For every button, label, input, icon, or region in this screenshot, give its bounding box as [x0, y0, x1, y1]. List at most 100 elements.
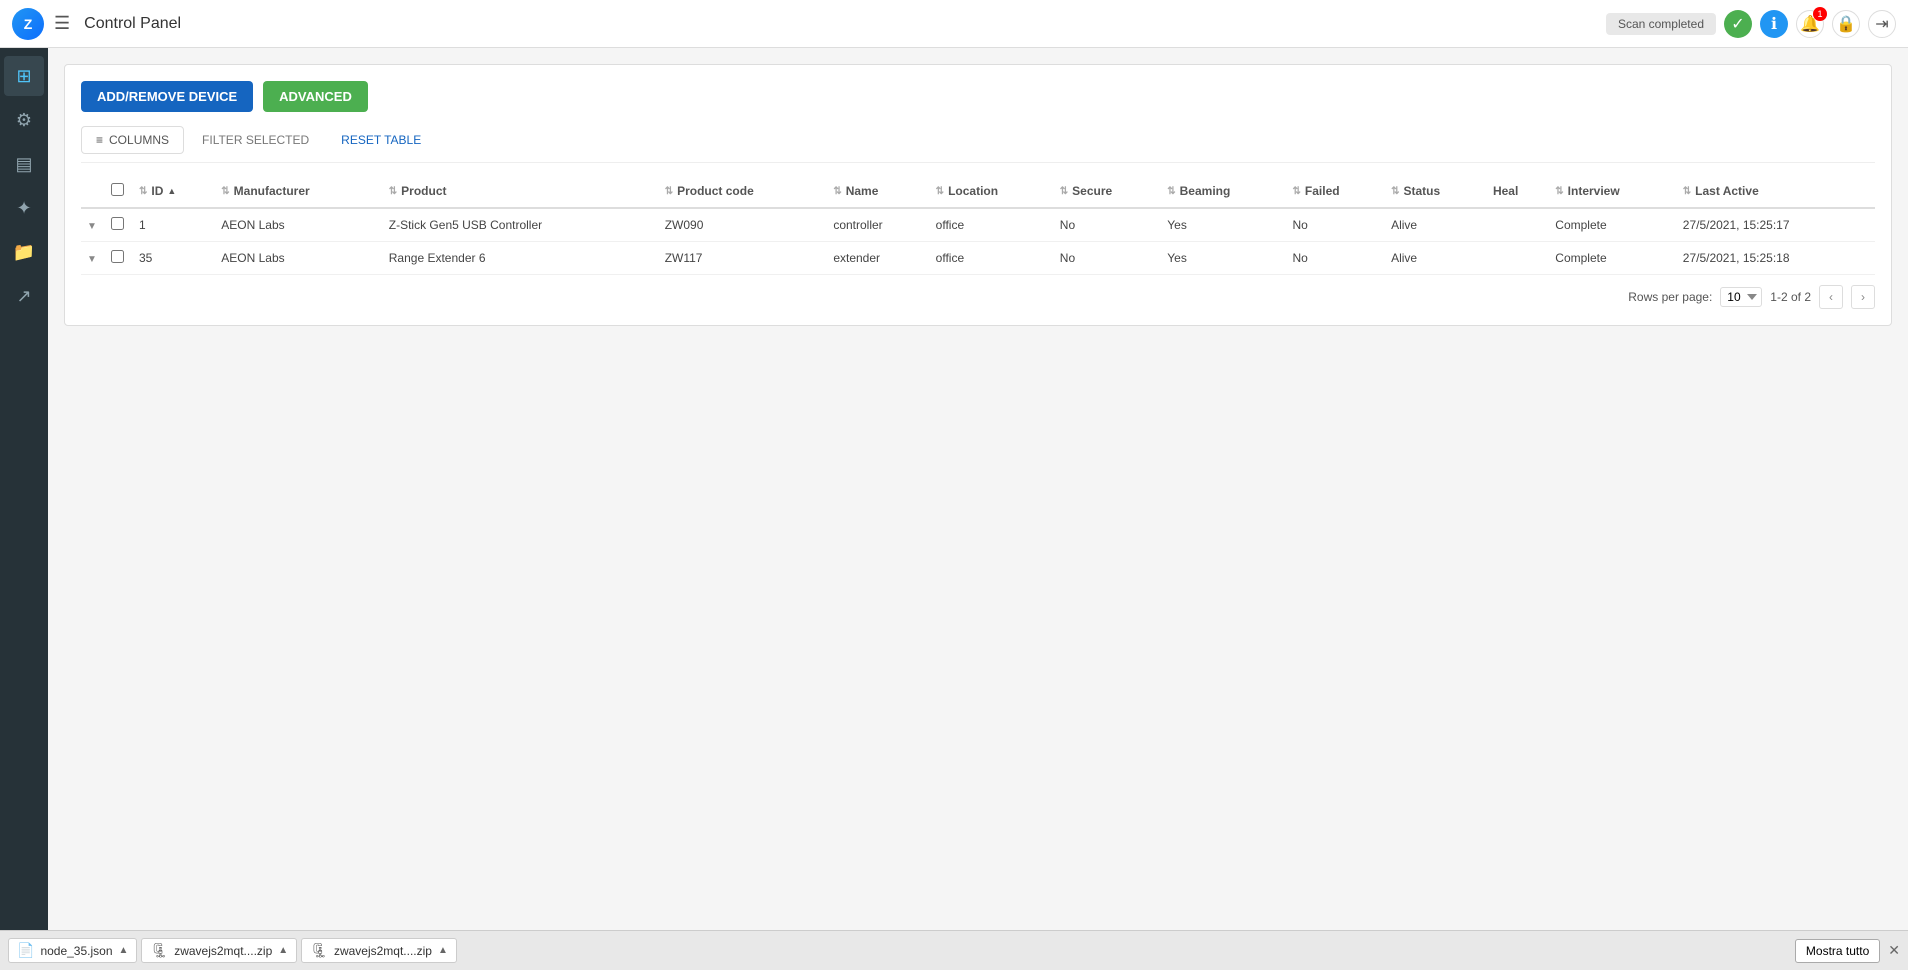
hamburger-menu[interactable]: ☰ — [54, 13, 70, 34]
action-buttons: ADD/REMOVE DEVICE ADVANCED — [81, 81, 1875, 112]
reset-table-button[interactable]: RESET TABLE — [327, 127, 435, 153]
file-icon-2: 🗜 — [150, 942, 168, 959]
table-row: ▼ 35 AEON Labs Range Extender 6 ZW117 ex… — [81, 242, 1875, 275]
notification-icon[interactable]: 🔔 1 — [1796, 10, 1824, 38]
col-interview: ⇅ Interview — [1549, 175, 1676, 208]
table-body: ▼ 1 AEON Labs Z-Stick Gen5 USB Controlle… — [81, 208, 1875, 275]
row-expand-1[interactable]: ▼ — [81, 242, 105, 275]
close-bottombar-button[interactable]: ✕ — [1888, 942, 1900, 959]
col-secure: ⇅ Secure — [1054, 175, 1161, 208]
row-location-0: office — [930, 208, 1054, 242]
col-heal: Heal — [1487, 175, 1549, 208]
advanced-button[interactable]: ADVANCED — [263, 81, 368, 112]
row-beaming-1: Yes — [1161, 242, 1286, 275]
download-chevron-1[interactable]: ▲ — [119, 945, 129, 956]
col-status: ⇅ Status — [1385, 175, 1487, 208]
last-active-filter-icon[interactable]: ⇅ — [1683, 186, 1691, 197]
status-filter-icon[interactable]: ⇅ — [1391, 186, 1399, 197]
notification-badge: 1 — [1813, 7, 1827, 21]
main-layout: ⊞ ⚙ ▤ ✦ 📁 ↗ ADD/REMOVE DEVICE ADVANCED ≡… — [0, 48, 1908, 930]
manufacturer-filter-icon[interactable]: ⇅ — [221, 186, 229, 197]
row-failed-0: No — [1287, 208, 1386, 242]
devices-table: ⇅ ID ▲ ⇅ Manufacturer — [81, 175, 1875, 275]
row-manufacturer-1: AEON Labs — [215, 242, 383, 275]
failed-filter-icon[interactable]: ⇅ — [1293, 186, 1301, 197]
product-code-filter-icon[interactable]: ⇅ — [665, 186, 673, 197]
row-check-1[interactable] — [105, 242, 133, 275]
name-filter-icon[interactable]: ⇅ — [833, 186, 841, 197]
row-failed-1: No — [1287, 242, 1386, 275]
row-id-1: 35 — [133, 242, 215, 275]
row-check-0[interactable] — [105, 208, 133, 242]
id-filter-icon[interactable]: ⇅ — [139, 186, 147, 197]
sidebar-item-settings[interactable]: ⚙ — [4, 100, 44, 140]
page-title: Control Panel — [84, 15, 1596, 33]
secure-filter-icon[interactable]: ⇅ — [1060, 186, 1068, 197]
rows-per-page-select[interactable]: 10 25 50 — [1720, 287, 1762, 307]
col-id: ⇅ ID ▲ — [133, 175, 215, 208]
row-manufacturer-0: AEON Labs — [215, 208, 383, 242]
select-all-checkbox[interactable] — [111, 183, 124, 196]
row-heal-1 — [1487, 242, 1549, 275]
download-item-3[interactable]: 🗜 zwavejs2mqt....zip ▲ — [301, 938, 457, 963]
download-chevron-2[interactable]: ▲ — [278, 945, 288, 956]
topbar-right: Scan completed ✓ ℹ 🔔 1 🔒 ⇥ — [1606, 10, 1896, 38]
download-item-2[interactable]: 🗜 zwavejs2mqt....zip ▲ — [141, 938, 297, 963]
topbar: Z ☰ Control Panel Scan completed ✓ ℹ 🔔 1… — [0, 0, 1908, 48]
rows-per-page-label: Rows per page: — [1628, 290, 1712, 304]
row-beaming-0: Yes — [1161, 208, 1286, 242]
col-expand — [81, 175, 105, 208]
row-last-active-1: 27/5/2021, 15:25:18 — [1677, 242, 1875, 275]
sidebar-item-dashboard[interactable]: ⊞ — [4, 56, 44, 96]
show-all-button[interactable]: Mostra tutto — [1795, 939, 1880, 963]
download-filename-1: node_35.json — [40, 944, 112, 958]
next-page-button[interactable]: › — [1851, 285, 1875, 309]
col-checkbox — [105, 175, 133, 208]
download-filename-2: zwavejs2mqt....zip — [174, 944, 272, 958]
download-chevron-3[interactable]: ▲ — [438, 945, 448, 956]
beaming-filter-icon[interactable]: ⇅ — [1167, 186, 1175, 197]
col-name: ⇅ Name — [827, 175, 929, 208]
product-filter-icon[interactable]: ⇅ — [389, 186, 397, 197]
row-secure-1: No — [1054, 242, 1161, 275]
row-product-code-1: ZW117 — [659, 242, 828, 275]
info-icon[interactable]: ℹ — [1760, 10, 1788, 38]
prev-page-button[interactable]: ‹ — [1819, 285, 1843, 309]
row-heal-0 — [1487, 208, 1549, 242]
columns-button[interactable]: ≡ COLUMNS — [81, 126, 184, 154]
id-sort-icon: ▲ — [167, 186, 176, 196]
row-status-1: Alive — [1385, 242, 1487, 275]
toolbar: ≡ COLUMNS FILTER SELECTED RESET TABLE — [81, 126, 1875, 163]
row-interview-1: Complete — [1549, 242, 1676, 275]
filter-selected-button[interactable]: FILTER SELECTED — [188, 127, 323, 153]
table-header-row: ⇅ ID ▲ ⇅ Manufacturer — [81, 175, 1875, 208]
col-last-active: ⇅ Last Active — [1677, 175, 1875, 208]
add-remove-device-button[interactable]: ADD/REMOVE DEVICE — [81, 81, 253, 112]
main-content: ADD/REMOVE DEVICE ADVANCED ≡ COLUMNS FIL… — [48, 48, 1908, 930]
download-item-1[interactable]: 📄 node_35.json ▲ — [8, 938, 137, 963]
row-checkbox-1[interactable] — [111, 250, 124, 263]
row-name-1: extender — [827, 242, 929, 275]
row-product-1: Range Extender 6 — [383, 242, 659, 275]
pagination-range: 1-2 of 2 — [1770, 290, 1811, 304]
col-beaming: ⇅ Beaming — [1161, 175, 1286, 208]
check-icon[interactable]: ✓ — [1724, 10, 1752, 38]
scan-status: Scan completed — [1606, 13, 1716, 35]
logout-icon[interactable]: ⇥ — [1868, 10, 1896, 38]
sidebar-item-plugins[interactable]: ✦ — [4, 188, 44, 228]
row-checkbox-0[interactable] — [111, 217, 124, 230]
location-filter-icon[interactable]: ⇅ — [936, 186, 944, 197]
row-expand-0[interactable]: ▼ — [81, 208, 105, 242]
row-last-active-0: 27/5/2021, 15:25:17 — [1677, 208, 1875, 242]
interview-filter-icon[interactable]: ⇅ — [1555, 186, 1563, 197]
file-icon-3: 🗜 — [310, 942, 328, 959]
lock-icon[interactable]: 🔒 — [1832, 10, 1860, 38]
content-card: ADD/REMOVE DEVICE ADVANCED ≡ COLUMNS FIL… — [64, 64, 1892, 326]
sidebar-item-analytics[interactable]: ▤ — [4, 144, 44, 184]
table-row: ▼ 1 AEON Labs Z-Stick Gen5 USB Controlle… — [81, 208, 1875, 242]
sidebar-item-share[interactable]: ↗ — [4, 276, 44, 316]
row-status-0: Alive — [1385, 208, 1487, 242]
sidebar-item-files[interactable]: 📁 — [4, 232, 44, 272]
row-secure-0: No — [1054, 208, 1161, 242]
col-product-code: ⇅ Product code — [659, 175, 828, 208]
